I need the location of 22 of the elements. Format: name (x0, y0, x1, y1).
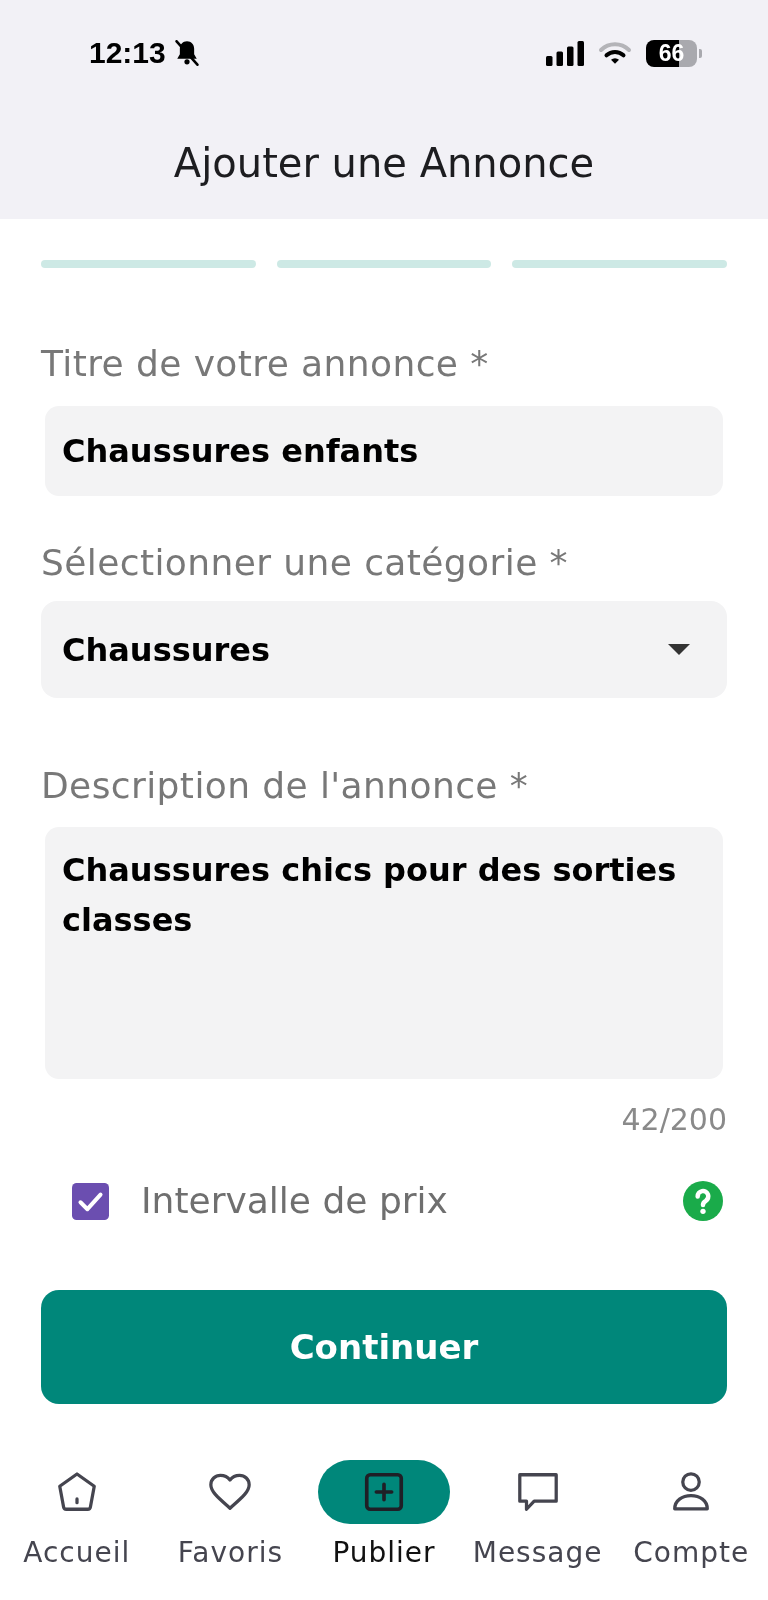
dropdown[interactable]: Chaussures (41, 601, 727, 698)
nav-tab[interactable]: Publier (307, 1459, 461, 1571)
help-icon[interactable] (683, 1181, 723, 1221)
bell-slash-icon (174, 40, 199, 66)
continue-button[interactable]: Continuer (41, 1290, 727, 1404)
nav-tab[interactable]: Compte (614, 1459, 768, 1571)
checkbox-label: Intervalle de prix (141, 1179, 448, 1223)
signal-icon (546, 40, 584, 66)
field-label: Titre de votre annonce * (41, 342, 489, 386)
status-time: 12:13 (89, 37, 166, 69)
nav-tab[interactable]: Favoris (153, 1459, 308, 1571)
nav-tab[interactable]: Accueil (0, 1459, 154, 1571)
wifi-icon (598, 42, 632, 64)
caret-icon (668, 644, 690, 655)
character-counter: 42/200 (621, 1102, 727, 1138)
nav-tab[interactable]: Message (460, 1459, 615, 1571)
textarea[interactable]: Chaussures chics pour des sorties classes (45, 827, 723, 1079)
checkbox[interactable] (72, 1182, 109, 1220)
field-label: Sélectionner une catégorie * (41, 541, 568, 585)
page-title: Ajouter une Annonce (173, 138, 595, 187)
text-input[interactable]: Chaussures enfants (45, 406, 723, 496)
field-label: Description de l'annonce * (41, 764, 529, 808)
